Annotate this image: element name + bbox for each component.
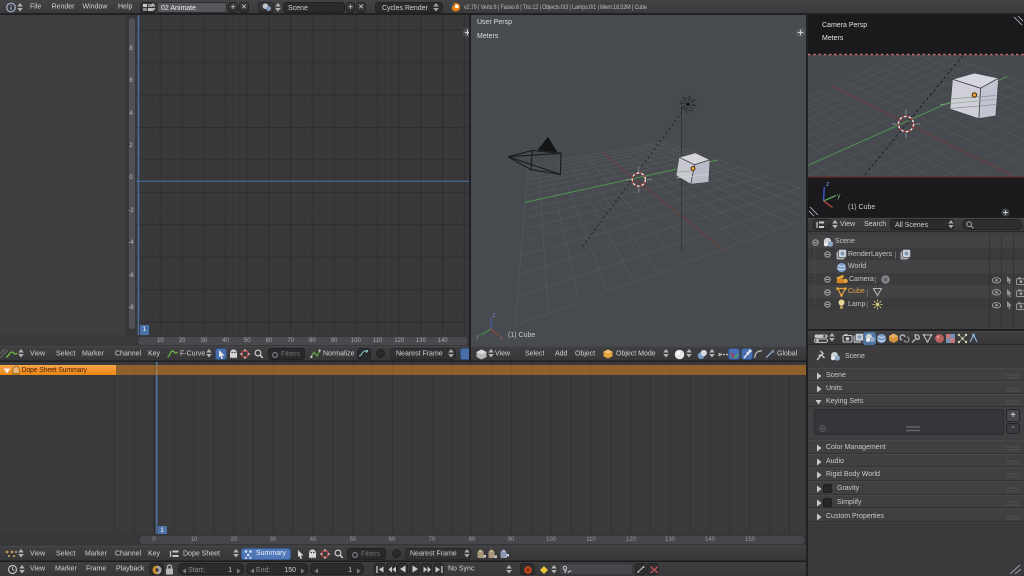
svg-text:y: y <box>476 334 479 340</box>
svg-text:z: z <box>493 313 496 319</box>
svg-text:x: x <box>500 336 503 342</box>
